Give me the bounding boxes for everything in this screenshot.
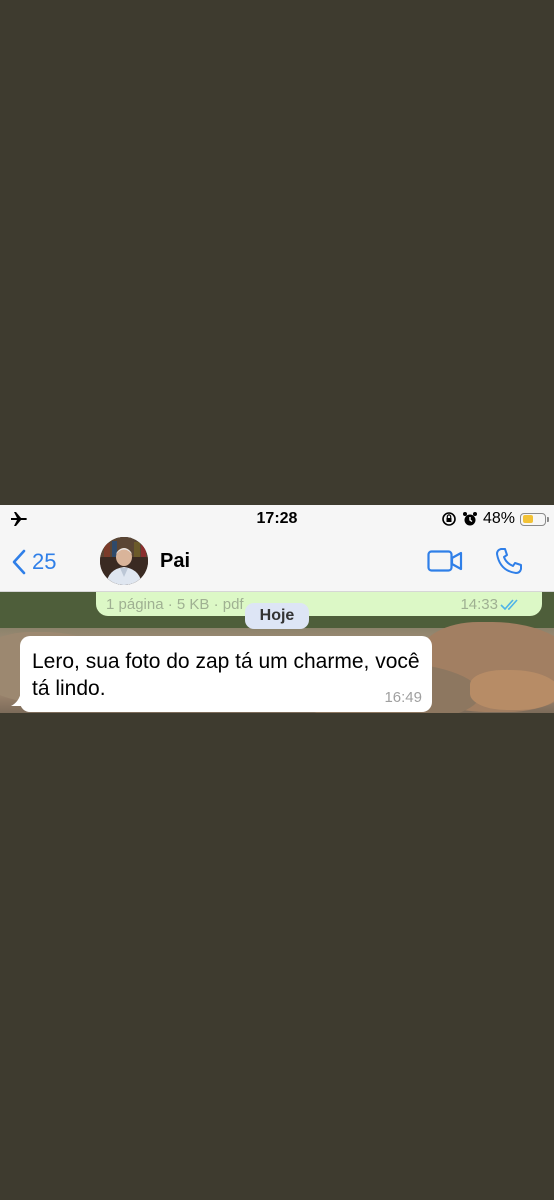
battery-percent: 48% <box>482 510 515 527</box>
orientation-lock-icon <box>442 512 456 526</box>
double-check-icon <box>500 599 518 611</box>
battery-icon <box>520 512 549 526</box>
wallpaper-rock <box>470 670 554 710</box>
message-text: Lero, sua foto do zap tá um charme, você… <box>32 650 420 700</box>
document-meta: 1 página · 5 KB · pdf <box>106 596 244 613</box>
status-bar: 17:28 48% <box>0 505 554 533</box>
incoming-message-bubble[interactable]: Lero, sua foto do zap tá um charme, você… <box>20 636 432 712</box>
phone-icon[interactable] <box>494 546 524 576</box>
back-chevron-icon <box>12 549 26 575</box>
message-time: 16:49 <box>384 689 422 706</box>
unread-count: 25 <box>32 549 57 574</box>
phone-screen: 17:28 48% 25 Pai 1 página · 5 KB · pdf 1… <box>0 505 554 713</box>
alarm-icon <box>462 512 477 526</box>
video-call-icon[interactable] <box>427 549 463 573</box>
avatar-photo <box>100 537 148 585</box>
contact-name[interactable]: Pai <box>160 550 190 573</box>
back-button[interactable]: 25 <box>12 547 56 577</box>
outgoing-time: 14:33 <box>460 596 498 613</box>
chat-area[interactable]: 1 página · 5 KB · pdf 14:33 Hoje Lero, s… <box>0 592 554 713</box>
avatar[interactable] <box>100 537 148 585</box>
chat-header: 25 Pai <box>0 533 554 592</box>
date-separator: Hoje <box>245 603 309 629</box>
battery-level <box>522 515 533 523</box>
